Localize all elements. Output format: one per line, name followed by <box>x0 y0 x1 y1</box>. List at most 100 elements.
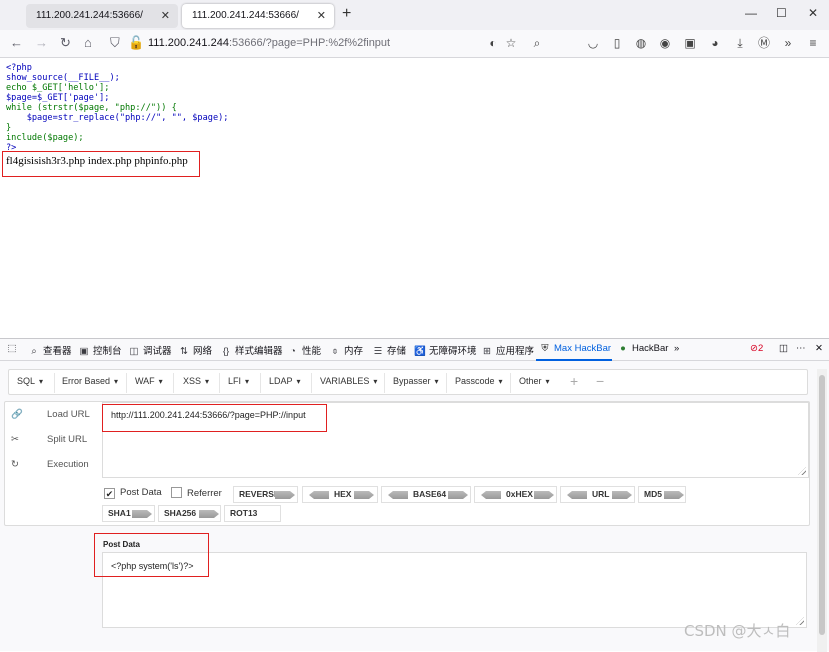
tab-label: 应用程序 <box>496 346 535 357</box>
encoder-label: REVERSE <box>239 489 280 499</box>
pick-element-icon[interactable]: ⬚ <box>6 343 21 354</box>
sha256-button[interactable]: SHA256 <box>158 505 221 522</box>
rot13-button[interactable]: ROT13 <box>224 505 281 522</box>
execute-label: Execution <box>47 459 89 470</box>
minimize-icon[interactable]: — <box>745 6 757 20</box>
tab-label: 查看器 <box>43 346 72 357</box>
download-icon[interactable]: ⤓ <box>733 36 747 50</box>
tab-console[interactable]: ▣ 控制台 <box>78 343 122 357</box>
base64-button[interactable]: BASE64 <box>381 486 471 503</box>
menu-bypasser[interactable]: Bypasser <box>393 376 439 386</box>
php-source-code: <?php show_source(__FILE__); echo $_GET[… <box>6 63 228 153</box>
account-icon[interactable]: Ⓜ <box>757 36 771 50</box>
menu-other[interactable]: Other <box>519 376 550 386</box>
search-icon[interactable]: ⌕ <box>530 36 544 50</box>
tab-label: 无障碍环境 <box>429 346 477 357</box>
post-data-option-label: Post Data <box>120 487 162 498</box>
tab-bar: 111.200.241.244:53666/ ✕ 111.200.241.244… <box>0 0 829 30</box>
execute-button[interactable]: ↻ Execution <box>11 459 101 470</box>
translate-icon[interactable]: ◐ <box>486 36 500 50</box>
lock-icon[interactable]: 🔓 <box>128 36 144 50</box>
resize-handle[interactable] <box>798 467 806 475</box>
tab-max-hackbar[interactable]: ⛨ Max HackBar <box>539 343 611 354</box>
tab-style-editor[interactable]: {} 样式编辑器 <box>220 343 283 357</box>
devtools-menu-icon[interactable]: ⋯ <box>796 343 806 354</box>
encoder-label: BASE64 <box>413 489 447 499</box>
error-count-badge[interactable]: ⊘2 <box>750 343 763 354</box>
menu-error-based[interactable]: Error Based <box>62 376 118 386</box>
url-text[interactable]: 111.200.241.244:53666/?page=PHP:%2f%2fin… <box>148 37 390 49</box>
shield-icon[interactable]: ⛉ <box>110 36 120 50</box>
extension-icon[interactable]: ▣ <box>683 36 697 50</box>
split-url-button[interactable]: ✂ Split URL <box>11 434 101 445</box>
more-tools-icon[interactable]: » <box>781 36 795 50</box>
extension-icon[interactable]: ◍ <box>634 36 648 50</box>
tab-performance[interactable]: ◔ 性能 <box>287 343 321 357</box>
referrer-option-label: Referrer <box>187 488 222 499</box>
tab-accessibility[interactable]: ♿ 无障碍环境 <box>414 343 477 357</box>
browser-tab-2[interactable]: 111.200.241.244:53666/ ✕ <box>182 4 334 28</box>
extension-icon[interactable]: ◉ <box>658 36 672 50</box>
scrollbar[interactable] <box>817 369 827 652</box>
menu-separator <box>54 373 55 393</box>
menu-separator <box>446 373 447 393</box>
post-data-checkbox[interactable]: ✔ Post Data <box>104 487 162 499</box>
arrow-right-icon <box>199 510 219 518</box>
back-icon[interactable]: ← <box>10 36 23 50</box>
extension-icon[interactable]: ◕ <box>708 36 722 50</box>
arrow-left-icon <box>567 491 587 499</box>
tab-memory[interactable]: ⌽ 内存 <box>329 343 363 357</box>
add-icon[interactable]: + <box>570 373 578 389</box>
load-url-button[interactable]: 🔗 Load URL <box>11 409 101 420</box>
tab-debugger[interactable]: ◫ 调试器 <box>128 343 172 357</box>
sha1-button[interactable]: SHA1 <box>102 505 155 522</box>
tab-storage[interactable]: ☰ 存储 <box>372 343 406 357</box>
tab-network[interactable]: ⇅ 网络 <box>178 343 212 357</box>
url-encode-button[interactable]: URL <box>560 486 635 503</box>
hackbar-toolbar: SQL Error Based WAF XSS LFI LDAP VARIABL… <box>8 369 808 395</box>
bookmark-star-icon[interactable]: ☆ <box>504 36 518 50</box>
md5-button[interactable]: MD5 <box>638 486 686 503</box>
encoder-label: SHA1 <box>108 508 131 518</box>
encoder-label: URL <box>592 489 610 499</box>
menu-waf[interactable]: WAF <box>135 376 163 386</box>
resize-handle[interactable] <box>796 617 804 625</box>
tab-hackbar[interactable]: ● HackBar <box>617 343 668 354</box>
reload-icon[interactable]: ↻ <box>60 36 71 50</box>
dock-icon[interactable]: ◫ <box>779 343 788 354</box>
menu-sql[interactable]: SQL <box>17 376 43 386</box>
0xhex-button[interactable]: 0xHEX <box>474 486 557 503</box>
browser-tab-1[interactable]: 111.200.241.244:53666/ ✕ <box>26 4 178 28</box>
close-tab-icon[interactable]: ✕ <box>161 4 170 28</box>
arrow-right-icon <box>612 491 632 499</box>
tab-label: 网络 <box>193 346 213 357</box>
reverse-button[interactable]: REVERSE <box>233 486 298 503</box>
navigation-bar: ← → ↻ ⌂ ⛉ 🔓 111.200.241.244:53666/?page=… <box>0 30 829 58</box>
menu-icon[interactable]: ≡ <box>806 36 820 50</box>
scrollbar-thumb[interactable] <box>819 375 825 635</box>
forward-icon[interactable]: → <box>35 36 48 50</box>
remove-icon[interactable]: − <box>596 373 604 389</box>
menu-xss[interactable]: XSS <box>183 376 209 386</box>
new-tab-icon[interactable]: + <box>342 5 351 23</box>
referrer-checkbox[interactable]: Referrer <box>171 487 222 499</box>
menu-ldap[interactable]: LDAP <box>269 376 301 386</box>
pocket-icon[interactable]: ◡ <box>586 36 600 50</box>
menu-passcode[interactable]: Passcode <box>455 376 503 386</box>
home-icon[interactable]: ⌂ <box>84 36 92 50</box>
close-window-icon[interactable]: ✕ <box>808 6 818 20</box>
code-line: show_source(__FILE__); <box>6 73 120 83</box>
maximize-icon[interactable]: ☐ <box>776 6 787 20</box>
tab-inspector[interactable]: ⌕ 查看器 <box>28 343 72 357</box>
tab-application[interactable]: ⊞ 应用程序 <box>481 343 534 357</box>
code-line: $page=$_GET['page']; <box>6 93 110 103</box>
url-bar[interactable]: ⛉ 🔓 111.200.241.244:53666/?page=PHP:%2f%… <box>104 33 524 55</box>
reader-icon[interactable]: ▯ <box>610 36 624 50</box>
more-tabs-icon[interactable]: » <box>674 343 679 354</box>
highlight-box <box>94 533 209 577</box>
menu-lfi[interactable]: LFI <box>228 376 249 386</box>
hex-button[interactable]: HEX <box>302 486 378 503</box>
menu-variables[interactable]: VARIABLES <box>320 376 377 386</box>
close-devtools-icon[interactable]: ✕ <box>815 343 823 354</box>
close-tab-icon[interactable]: ✕ <box>317 4 326 28</box>
